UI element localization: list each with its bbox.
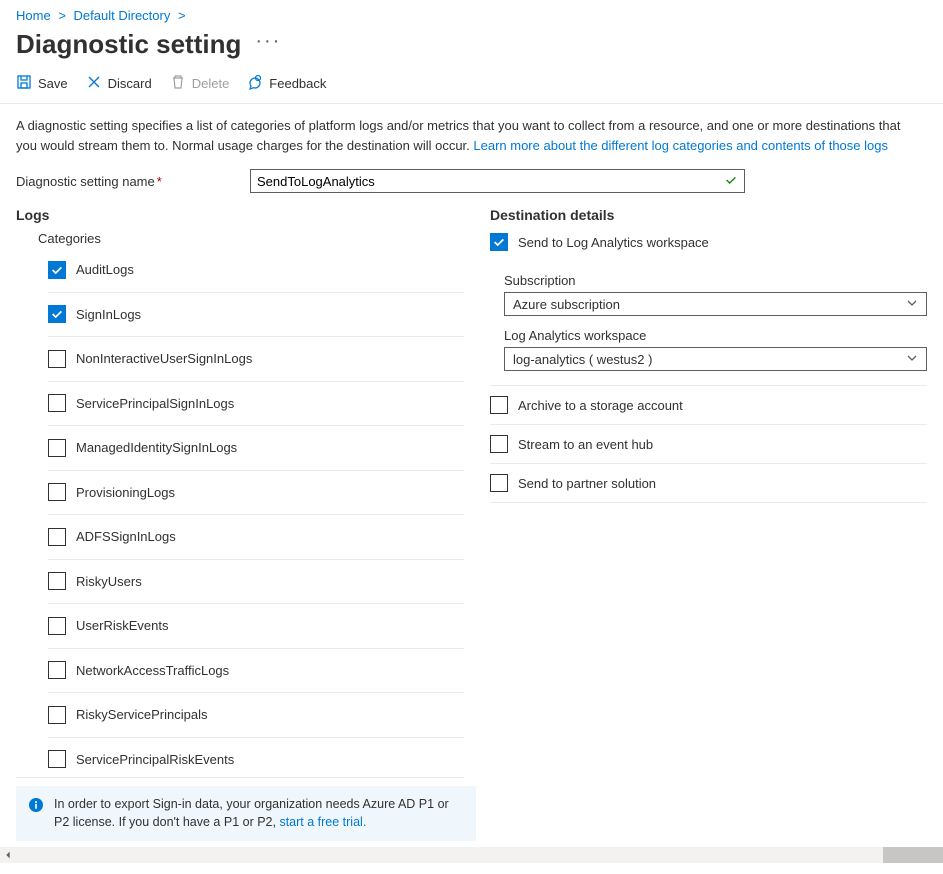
category-row: ProvisioningLogs [48,471,464,516]
stream-eventhub-checkbox[interactable] [490,435,508,453]
archive-storage-checkbox[interactable] [490,396,508,414]
logs-header: Logs [16,207,464,223]
category-row: RiskyServicePrincipals [48,693,464,738]
send-log-analytics-label: Send to Log Analytics workspace [518,235,709,250]
feedback-button[interactable]: Feedback [247,74,326,93]
category-checkbox[interactable] [48,617,66,635]
category-checkbox[interactable] [48,572,66,590]
category-label: ServicePrincipalSignInLogs [76,396,234,411]
feedback-label: Feedback [269,76,326,91]
category-label: SignInLogs [76,307,141,322]
info-banner: In order to export Sign-in data, your or… [16,786,476,841]
send-log-analytics-checkbox[interactable] [490,233,508,251]
category-checkbox[interactable] [48,439,66,457]
horizontal-scrollbar[interactable] [0,847,943,863]
category-label: ServicePrincipalRiskEvents [76,752,234,767]
category-row: ADFSSignInLogs [48,515,464,560]
category-checkbox[interactable] [48,750,66,768]
chevron-down-icon [906,297,918,312]
category-label: NetworkAccessTrafficLogs [76,663,229,678]
category-label: AuditLogs [76,262,134,277]
category-checkbox[interactable] [48,350,66,368]
stream-eventhub-label: Stream to an event hub [518,437,653,452]
workspace-select[interactable]: log-analytics ( westus2 ) [504,347,927,371]
description-text: A diagnostic setting specifies a list of… [0,104,920,169]
save-icon [16,74,32,93]
save-label: Save [38,76,68,91]
category-row: NetworkAccessTrafficLogs [48,649,464,694]
category-row: SignInLogs [48,293,464,338]
setting-name-label: Diagnostic setting name* [16,174,240,189]
subscription-select[interactable]: Azure subscription [504,292,927,316]
chevron-down-icon [906,352,918,367]
category-label: ManagedIdentitySignInLogs [76,440,237,455]
category-row: ManagedIdentitySignInLogs [48,426,464,471]
learn-more-link[interactable]: Learn more about the different log categ… [473,138,888,153]
valid-check-icon [724,173,738,190]
workspace-label: Log Analytics workspace [504,328,927,343]
category-checkbox[interactable] [48,394,66,412]
category-label: ProvisioningLogs [76,485,175,500]
archive-storage-label: Archive to a storage account [518,398,683,413]
category-checkbox[interactable] [48,661,66,679]
category-checkbox[interactable] [48,483,66,501]
destination-header: Destination details [490,207,927,223]
toolbar: Save Discard Delete Feedback [0,74,943,104]
send-partner-checkbox[interactable] [490,474,508,492]
breadcrumb-directory[interactable]: Default Directory [74,8,171,23]
category-row: ServicePrincipalRiskEvents [48,738,464,779]
subscription-value: Azure subscription [513,297,620,312]
scroll-left-icon[interactable] [0,847,16,863]
chevron-right-icon: > [178,8,186,23]
category-label: ADFSSignInLogs [76,529,176,544]
category-row: AuditLogs [48,248,464,293]
category-checkbox[interactable] [48,261,66,279]
send-partner-label: Send to partner solution [518,476,656,491]
workspace-value: log-analytics ( westus2 ) [513,352,652,367]
category-row: NonInteractiveUserSignInLogs [48,337,464,382]
trash-icon [170,74,186,93]
category-label: NonInteractiveUserSignInLogs [76,351,252,366]
feedback-icon [247,74,263,93]
category-row: UserRiskEvents [48,604,464,649]
discard-button[interactable]: Discard [86,74,152,93]
setting-name-input-wrap[interactable] [250,169,745,193]
breadcrumb: Home > Default Directory > [0,0,943,27]
breadcrumb-home[interactable]: Home [16,8,51,23]
chevron-right-icon: > [58,8,66,23]
categories-header: Categories [38,231,464,246]
category-row: ServicePrincipalSignInLogs [48,382,464,427]
delete-label: Delete [192,76,230,91]
page-title: Diagnostic setting [16,29,241,60]
info-icon [28,797,44,819]
setting-name-input[interactable] [257,174,724,189]
save-button[interactable]: Save [16,74,68,93]
category-row: RiskyUsers [48,560,464,605]
start-trial-link[interactable]: start a free trial. [279,815,366,829]
more-actions-icon[interactable]: ··· [255,31,281,51]
info-text: In order to export Sign-in data, your or… [54,797,449,829]
category-checkbox[interactable] [48,528,66,546]
discard-label: Discard [108,76,152,91]
category-checkbox[interactable] [48,305,66,323]
categories-scroll[interactable]: AuditLogs SignInLogs NonInteractiveUserSig… [16,248,464,778]
category-label: RiskyServicePrincipals [76,707,207,722]
category-checkbox[interactable] [48,706,66,724]
subscription-label: Subscription [504,273,927,288]
category-label: UserRiskEvents [76,618,168,633]
close-icon [86,74,102,93]
delete-button: Delete [170,74,230,93]
scroll-thumb[interactable] [883,847,943,863]
category-label: RiskyUsers [76,574,142,589]
